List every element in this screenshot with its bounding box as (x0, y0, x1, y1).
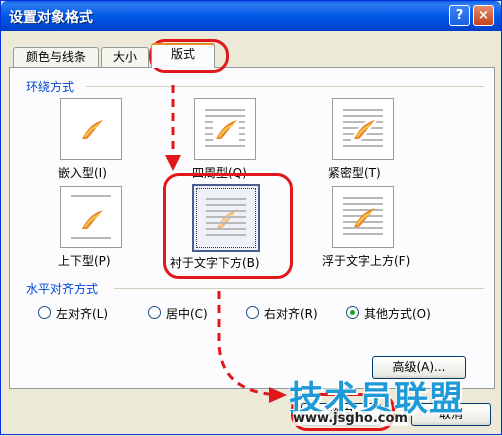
close-button[interactable]: × (473, 5, 494, 26)
wrap-option-label: 四周型(Q) (192, 166, 247, 180)
clip-art-bird-icon (354, 208, 375, 227)
clip-art-bird-icon (351, 117, 377, 142)
top-bottom-wrap-icon[interactable] (60, 186, 122, 248)
radio-label: 右对齐(R) (264, 307, 318, 321)
tab-colors-lines[interactable]: 颜色与线条 (13, 47, 99, 67)
clip-art-bird-icon (82, 120, 103, 139)
radio-label: 居中(C) (166, 307, 208, 321)
align-other-radio[interactable] (346, 306, 359, 319)
in-front-of-text-wrap-icon[interactable] (332, 186, 394, 248)
help-button[interactable]: ? (449, 5, 470, 26)
behind-text-wrap-icon[interactable] (192, 184, 260, 252)
radio-label: 其他方式(O) (364, 307, 431, 321)
layout-panel: 环绕方式 嵌入型(I) 四周型(Q) 紧密型(T) 上下型(P) 衬于文字下方(… (9, 67, 495, 389)
title-bar: 设置对象格式 ? × (1, 1, 501, 31)
horizontal-alignment-heading: 水平对齐方式 (26, 282, 99, 296)
align-left-radio[interactable] (38, 306, 51, 319)
tab-size[interactable]: 大小 (101, 47, 149, 67)
inline-wrap-icon[interactable] (60, 98, 122, 160)
wrap-option-label: 浮于文字上方(F) (322, 254, 411, 268)
tab-layout[interactable]: 版式 (151, 43, 215, 68)
divider (86, 86, 484, 87)
wrap-option-label: 嵌入型(I) (58, 166, 107, 180)
wrap-option-label: 紧密型(T) (328, 166, 381, 180)
tight-wrap-icon[interactable] (332, 98, 394, 160)
square-wrap-icon[interactable] (194, 98, 256, 160)
clip-art-bird-icon (213, 117, 239, 143)
format-object-dialog: 设置对象格式 ? × 颜色与线条 大小 版式 环绕方式 嵌入型(I) 四周型(Q… (0, 0, 502, 435)
divider (114, 288, 484, 289)
align-center-radio[interactable] (148, 306, 161, 319)
wrap-style-heading: 环绕方式 (26, 80, 75, 94)
wrap-option-label: 衬于文字下方(B) (170, 256, 260, 270)
wrap-option-label: 上下型(P) (58, 254, 111, 268)
radio-label: 左对齐(L) (56, 307, 109, 321)
watermark-url: www.jsgho.com (293, 411, 408, 426)
dialog-title: 设置对象格式 (9, 10, 93, 26)
align-right-radio[interactable] (246, 306, 259, 319)
clip-art-bird-icon (82, 210, 103, 229)
